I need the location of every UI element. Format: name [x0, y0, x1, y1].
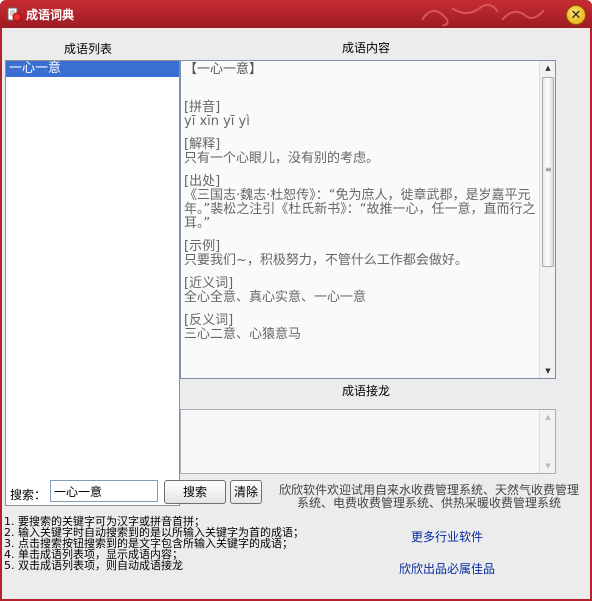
- decorative-swirl-icon: [421, 3, 545, 26]
- scroll-thumb[interactable]: ≡: [542, 77, 554, 267]
- idiom-content-box[interactable]: 【一心一意】 [拼音] yī xīn yī yì [解释] 只有一个心眼儿，没有…: [180, 60, 556, 379]
- list-header: 成语列表: [64, 42, 113, 56]
- content-scrollbar[interactable]: ▲ ≡ ▼: [539, 61, 555, 378]
- meaning-label: [解释]: [184, 137, 221, 152]
- app-icon: [7, 7, 22, 22]
- usage-tips: 1. 要搜索的关键字可为汉字或拼音首拼； 2. 输入关键字时自动搜索到的是以所输…: [4, 516, 304, 571]
- close-button[interactable]: ✕: [566, 5, 586, 25]
- promo-line: 系统、电费收费管理系统、供热采暖收费管理系统: [296, 496, 561, 510]
- pinyin-label: [拼音]: [184, 100, 221, 115]
- promo-text: 欣欣软件欢迎试用自来水收费管理系统、天然气收费管理 系统、电费收费管理系统、供热…: [270, 484, 588, 510]
- meaning-value: 只有一个心眼儿，没有别的考虑。: [184, 151, 380, 166]
- tagline-link[interactable]: 欣欣出品必属佳品: [399, 560, 495, 577]
- example-value: 只要我们~，积极努力，不管什么工作都会做好。: [184, 253, 468, 268]
- clear-button[interactable]: 清除: [230, 480, 262, 504]
- client-area: 成语列表 成语内容 一心一意 【一心一意】 [拼音] yī xīn yī yì …: [2, 28, 590, 599]
- close-icon: ✕: [570, 7, 582, 23]
- example-label: [示例]: [184, 239, 221, 254]
- search-input[interactable]: [50, 480, 158, 502]
- scroll-down-arrow-icon[interactable]: ▼: [540, 364, 555, 378]
- scroll-down-arrow-icon[interactable]: ▼: [540, 459, 556, 473]
- scroll-up-arrow-icon[interactable]: ▲: [540, 61, 555, 75]
- antonym-label: [反义词]: [184, 313, 234, 328]
- antonym-value: 三心二意、心猿意马: [184, 327, 302, 342]
- scroll-up-arrow-icon[interactable]: ▲: [540, 410, 556, 424]
- synonym-label: [近义词]: [184, 276, 234, 291]
- content-title: 【一心一意】: [184, 62, 263, 77]
- source-value: 《三国志·魏志·杜恕传》：“免为庶人，徙章武郡，是岁嘉平元年。”裴松之注引《杜氏…: [184, 188, 536, 231]
- app-window: 成语词典 ✕ 成语列表 成语内容 一心一意 【一心一意】 [拼音] yī xīn…: [0, 0, 592, 601]
- scroll-grip-icon: ≡: [545, 165, 552, 174]
- search-button[interactable]: 搜索: [164, 480, 226, 504]
- more-software-link[interactable]: 更多行业软件: [411, 528, 483, 545]
- list-item[interactable]: 一心一意: [6, 61, 179, 77]
- idiom-content-text: 【一心一意】 [拼音] yī xīn yī yì [解释] 只有一个心眼儿，没有…: [184, 63, 536, 342]
- chain-header: 成语接龙: [342, 384, 391, 398]
- idiom-chain-box[interactable]: ▲ ▼: [180, 409, 556, 474]
- window-title: 成语词典: [26, 8, 75, 22]
- synonym-value: 全心全意、真心实意、一心一意: [184, 290, 367, 305]
- tip-item: 5. 双击成语列表项，则自动成语接龙: [4, 559, 183, 572]
- chain-scrollbar[interactable]: ▲ ▼: [539, 410, 555, 473]
- pinyin-value: yī xīn yī yì: [184, 114, 250, 129]
- idiom-list[interactable]: 一心一意: [5, 60, 180, 506]
- source-label: [出处]: [184, 174, 221, 189]
- content-header: 成语内容: [342, 41, 391, 55]
- search-label: 搜索：: [10, 488, 47, 502]
- title-bar[interactable]: 成语词典 ✕: [0, 0, 592, 28]
